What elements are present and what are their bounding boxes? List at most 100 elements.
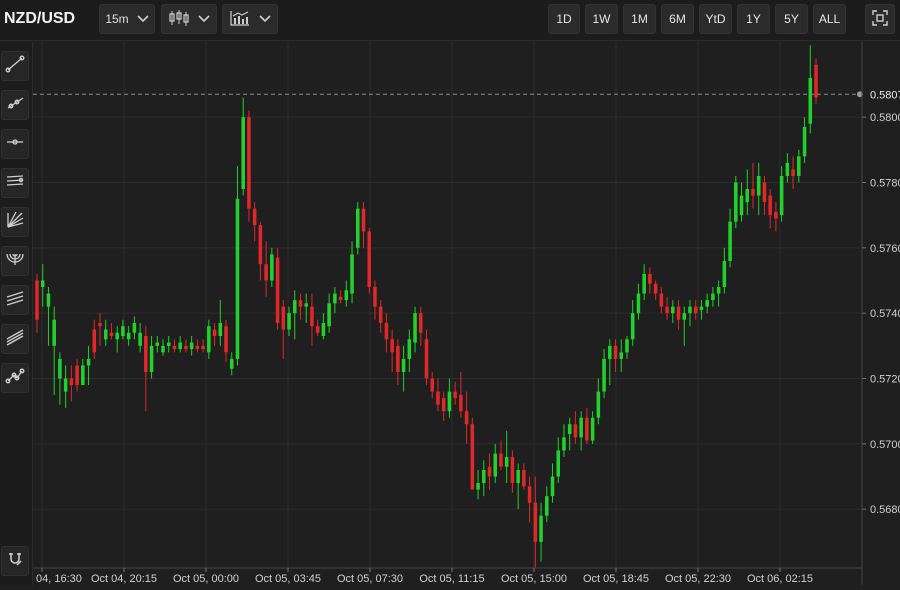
range-1y-button[interactable]: 1Y xyxy=(737,4,770,34)
candle xyxy=(619,339,624,372)
candle xyxy=(310,293,314,346)
candle xyxy=(63,365,68,408)
candle xyxy=(184,339,188,353)
candle-body xyxy=(499,453,503,467)
range-1w-button[interactable]: 1W xyxy=(585,4,618,34)
candle-body xyxy=(659,293,664,307)
y-tick-label: 0.5680 xyxy=(870,504,900,516)
candle-body xyxy=(619,352,624,359)
candle xyxy=(441,391,446,421)
candle xyxy=(711,287,715,307)
candle-body xyxy=(424,339,429,379)
candle xyxy=(630,300,635,346)
x-tick-label: Oct 05, 07:30 xyxy=(337,573,403,585)
candle xyxy=(281,300,286,359)
candle-body xyxy=(58,358,62,379)
range-1d-button[interactable]: 1D xyxy=(548,4,580,34)
chart-type-select[interactable] xyxy=(161,4,217,34)
candle-body xyxy=(642,273,646,294)
tool-trend-line[interactable] xyxy=(1,51,29,81)
fullscreen-button[interactable] xyxy=(865,4,895,34)
candle xyxy=(81,358,85,386)
tool-path[interactable] xyxy=(1,363,29,393)
interval-select[interactable]: 15m xyxy=(99,4,155,34)
candle-body xyxy=(304,303,308,307)
candle-body xyxy=(338,296,343,301)
candle-body xyxy=(321,322,326,337)
candle-body xyxy=(527,486,532,503)
candle xyxy=(235,166,240,366)
candle-body xyxy=(315,326,320,333)
candle xyxy=(424,329,429,386)
chevron-down-icon xyxy=(259,12,271,26)
x-tick-label: Oct 05, 18:45 xyxy=(583,573,649,585)
tool-fan[interactable] xyxy=(1,207,29,237)
candle-body xyxy=(161,345,165,353)
candle xyxy=(739,182,744,222)
candle xyxy=(745,169,750,216)
candle xyxy=(355,202,360,255)
chevron-down-icon xyxy=(198,12,210,26)
candle xyxy=(567,417,572,451)
candle xyxy=(218,300,223,346)
tool-pitchfork[interactable] xyxy=(1,324,29,354)
candle xyxy=(510,450,515,493)
candle-body xyxy=(436,391,440,405)
candle xyxy=(132,316,137,340)
candle-body xyxy=(178,342,182,350)
candle xyxy=(103,319,108,346)
range-5y-button[interactable]: 5Y xyxy=(775,4,808,34)
range-1m-button[interactable]: 1M xyxy=(623,4,656,34)
range-6m-button[interactable]: 6M xyxy=(661,4,694,34)
indicators-select[interactable] xyxy=(222,4,278,34)
candle xyxy=(195,339,200,353)
range-ytd-button[interactable]: YtD xyxy=(699,4,732,34)
candle-body xyxy=(413,313,417,343)
tool-horizontal-line[interactable] xyxy=(1,129,29,159)
candle xyxy=(52,306,56,395)
candle-body xyxy=(189,342,194,350)
candle xyxy=(716,280,721,307)
candle xyxy=(573,411,578,444)
candle-body xyxy=(81,365,85,386)
candle-body xyxy=(115,332,119,340)
price-chart[interactable]: 0.5807 0.56800.57000.57200.57400.57600.5… xyxy=(33,42,900,585)
candle xyxy=(596,378,601,425)
candle xyxy=(562,424,566,457)
candle xyxy=(229,352,234,376)
candle-body xyxy=(459,394,463,412)
x-tick-label: Oct 06, 02:15 xyxy=(747,573,813,585)
candle-body xyxy=(327,303,331,327)
tool-regression[interactable] xyxy=(1,285,29,315)
candle xyxy=(384,313,389,353)
candle-body xyxy=(126,332,131,340)
candle-body xyxy=(63,378,68,392)
path-icon xyxy=(5,366,25,391)
candle xyxy=(333,287,337,314)
candle xyxy=(785,153,790,183)
candle xyxy=(241,97,245,196)
tool-magnet[interactable] xyxy=(1,546,29,576)
candle xyxy=(321,313,326,340)
candle-body xyxy=(287,313,291,330)
candle xyxy=(797,149,801,183)
candle xyxy=(327,293,331,333)
candle xyxy=(161,339,165,356)
candle xyxy=(270,247,274,288)
candle xyxy=(476,469,480,500)
range-all-button[interactable]: ALL xyxy=(813,4,846,34)
candle xyxy=(407,329,412,372)
candle-body xyxy=(550,476,555,497)
tool-ray[interactable] xyxy=(1,90,29,120)
candle xyxy=(791,156,795,190)
candle xyxy=(86,345,91,386)
candle-body xyxy=(69,378,74,386)
candle-body xyxy=(779,175,784,216)
candle xyxy=(705,293,709,314)
candle-body xyxy=(785,162,790,176)
regression-icon xyxy=(5,288,25,313)
tool-arc[interactable] xyxy=(1,246,29,276)
tool-parallel-channel[interactable] xyxy=(1,168,29,198)
candle-body xyxy=(264,264,268,281)
candle-body xyxy=(751,189,755,196)
